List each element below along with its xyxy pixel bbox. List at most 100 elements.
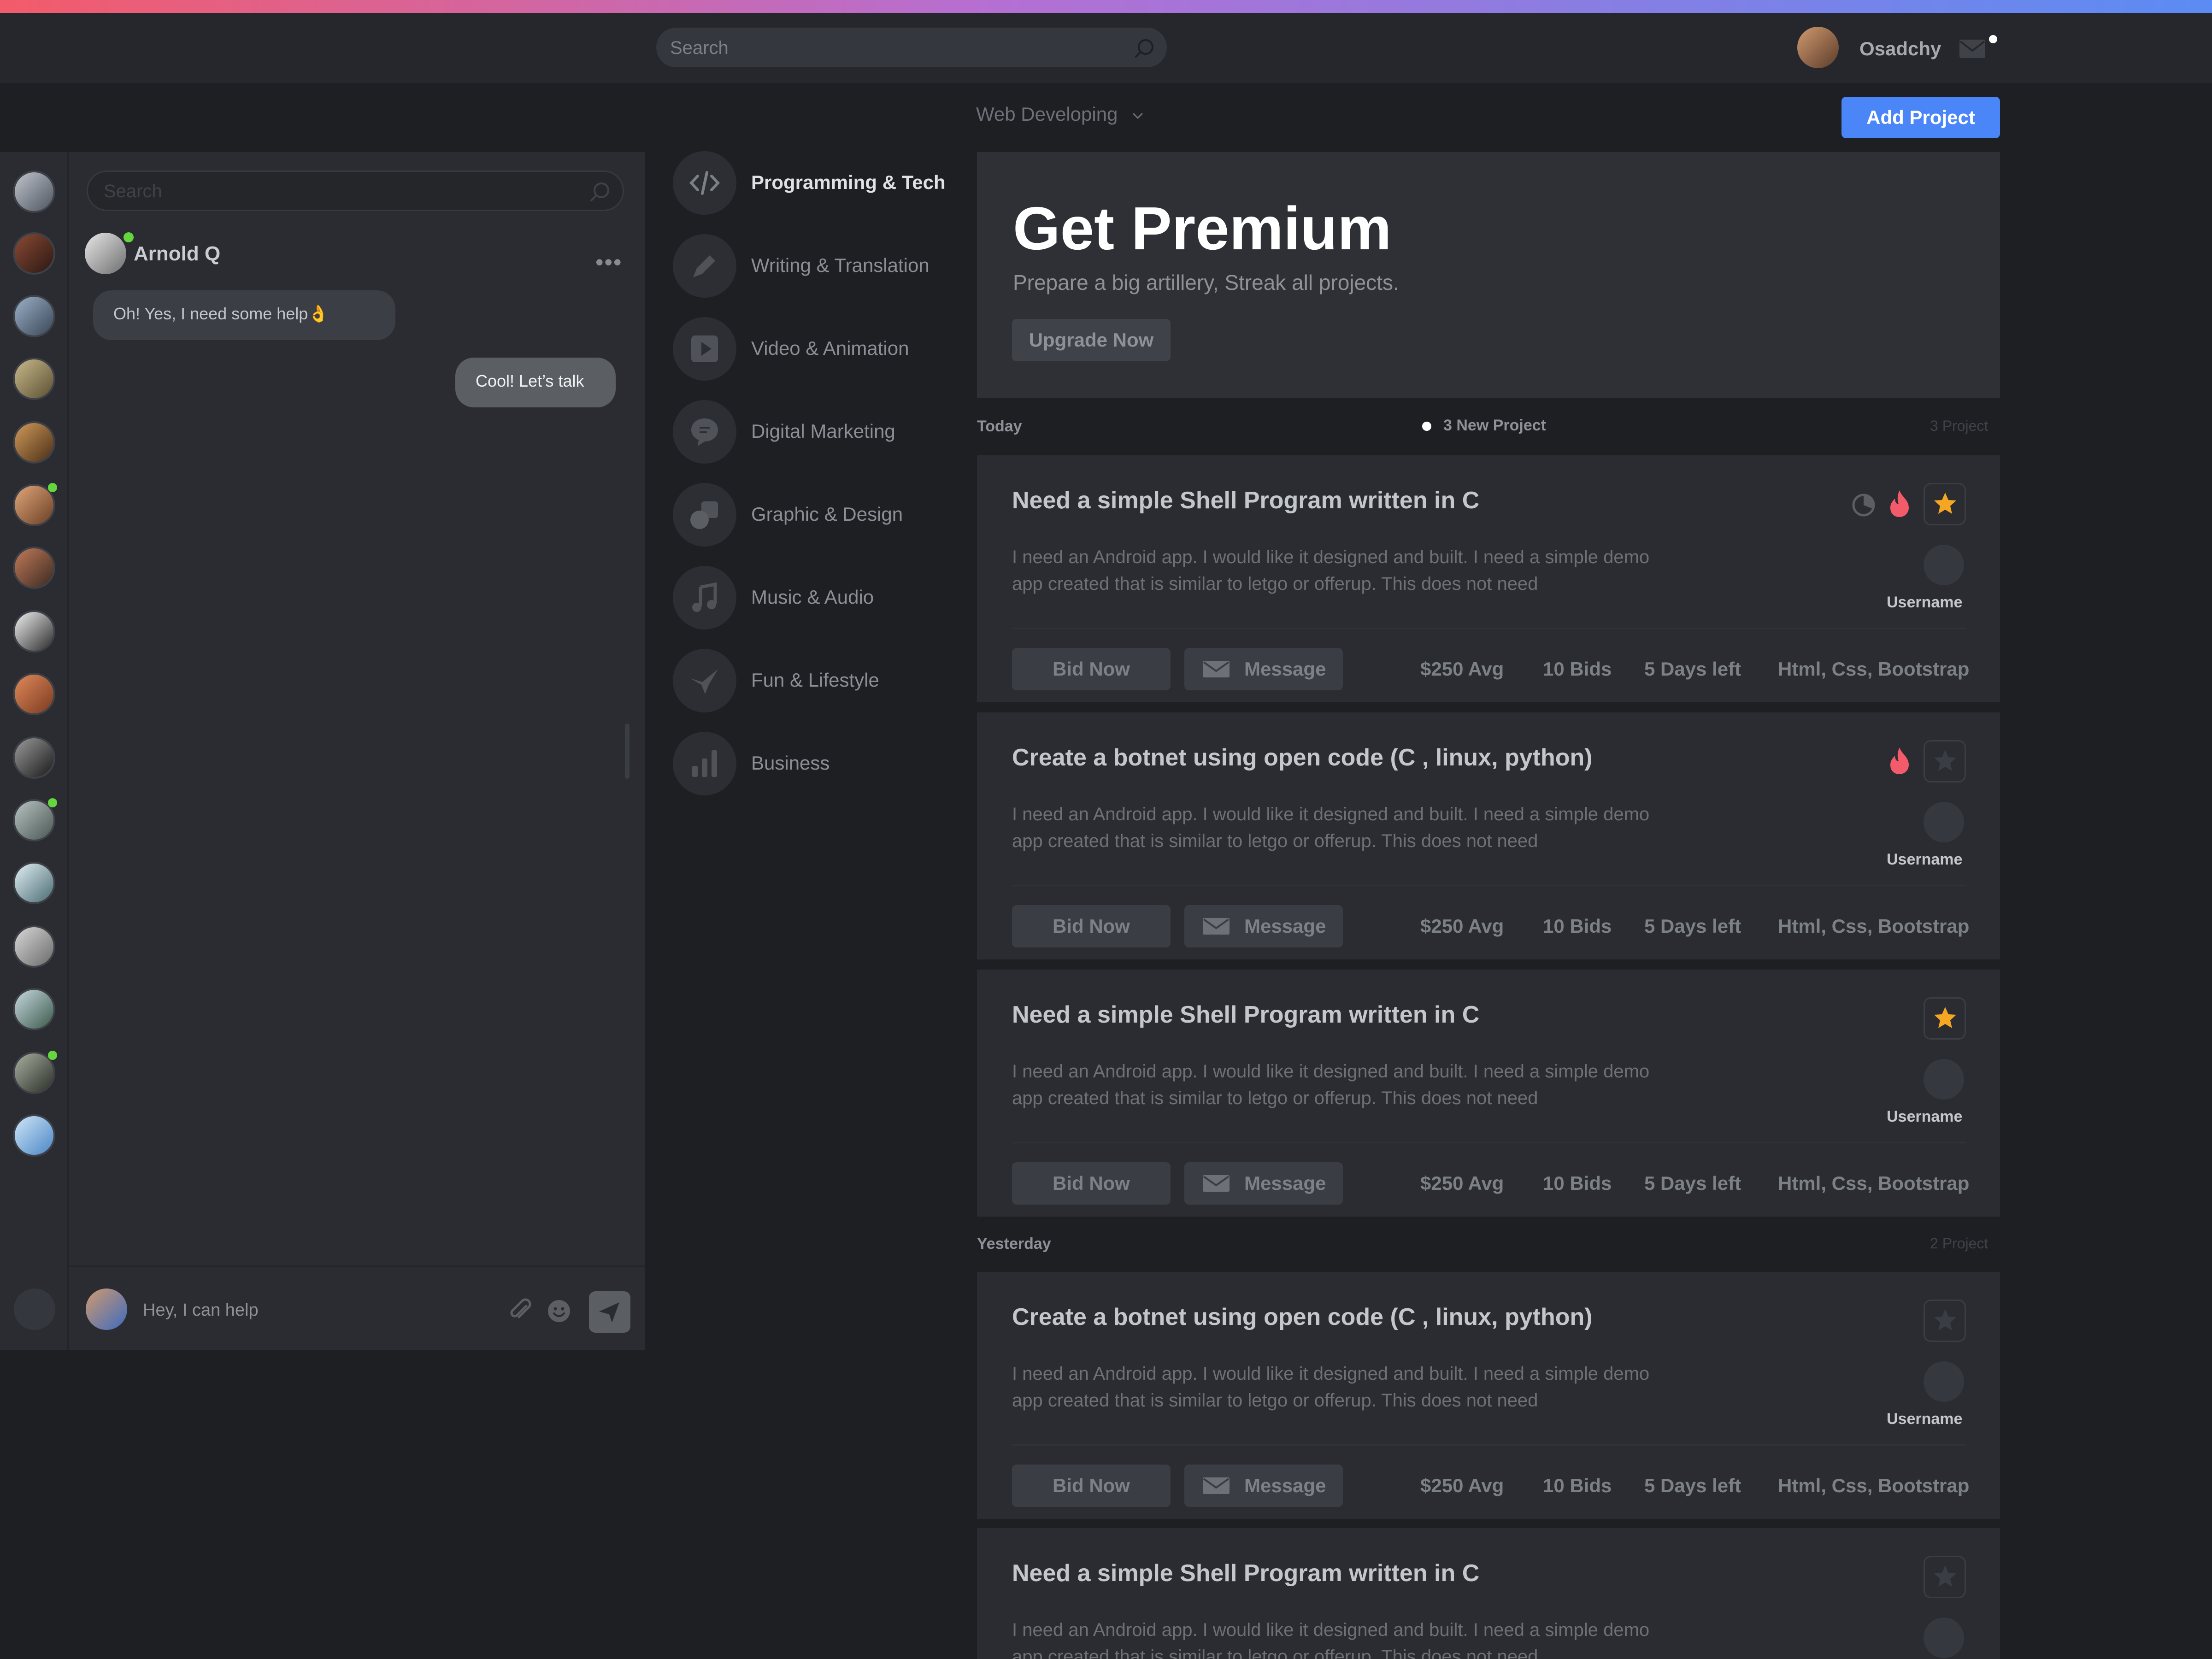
timer-icon (1852, 494, 1875, 517)
contact-avatar[interactable] (13, 547, 55, 589)
category-label: Fun & Lifestyle (751, 669, 879, 691)
bids-count: 10 Bids (1543, 1172, 1612, 1194)
category-programming-tech[interactable]: Programming & Tech (673, 151, 959, 216)
add-contact-button[interactable] (14, 1288, 55, 1330)
contact-avatar[interactable] (13, 295, 55, 337)
average-price: $250 Avg (1420, 915, 1504, 937)
message-button[interactable]: Message (1184, 1465, 1343, 1507)
more-options-icon[interactable]: ••• (595, 249, 623, 276)
contacts-sidebar (0, 152, 69, 1350)
project-description: I need an Android app. I would like it d… (1012, 1061, 1650, 1108)
category-graphic-design[interactable]: Graphic & Design (673, 483, 959, 547)
user-avatar[interactable] (1924, 802, 1964, 842)
project-title[interactable]: Need a simple Shell Program written in C (1012, 1559, 1479, 1587)
upgrade-now-button[interactable]: Upgrade Now (1012, 319, 1171, 361)
project-username[interactable]: Username (1887, 594, 1962, 612)
message-button[interactable]: Message (1184, 648, 1343, 690)
mail-icon (1203, 1175, 1230, 1192)
message-button[interactable]: Message (1184, 905, 1343, 947)
project-card[interactable]: Need a simple Shell Program written in C… (977, 970, 2000, 1217)
project-tags: Html, Css, Bootstrap (1778, 1475, 1970, 1496)
section-label-yesterday: Yesterday (977, 1235, 1051, 1253)
bid-now-button[interactable]: Bid Now (1012, 905, 1171, 947)
contact-avatar[interactable] (13, 925, 55, 968)
contact-avatar[interactable] (13, 673, 55, 715)
category-fun-lifestyle[interactable]: Fun & Lifestyle (673, 649, 959, 713)
project-username[interactable]: Username (1887, 1410, 1962, 1428)
send-button[interactable] (589, 1291, 630, 1333)
project-card[interactable]: Need a simple Shell Program written in C… (977, 455, 2000, 702)
favorite-button[interactable] (1924, 1300, 1966, 1342)
project-username[interactable]: Username (1887, 1108, 1962, 1126)
category-icon-circle (673, 317, 736, 381)
emoji-icon[interactable] (547, 1299, 571, 1324)
mail-icon (1203, 1477, 1230, 1494)
online-indicator (48, 798, 57, 807)
project-title[interactable]: Create a botnet using open code (C , lin… (1012, 744, 1593, 771)
user-avatar[interactable] (1924, 1059, 1964, 1100)
contact-avatar[interactable] (85, 233, 126, 274)
bid-now-button[interactable]: Bid Now (1012, 648, 1171, 690)
category-business[interactable]: Business (673, 732, 959, 796)
category-dropdown-label: Web Developing (976, 103, 1118, 125)
bids-count: 10 Bids (1543, 915, 1612, 937)
favorite-button[interactable] (1924, 1556, 1966, 1598)
category-video-animation[interactable]: Video & Animation (673, 317, 959, 382)
category-label: Business (751, 752, 830, 774)
chat-scrollbar[interactable] (625, 724, 629, 779)
contact-avatar[interactable] (13, 798, 57, 841)
category-writing-translation[interactable]: Writing & Translation (673, 234, 959, 299)
global-search-input[interactable]: Search (656, 28, 1167, 67)
project-title[interactable]: Create a botnet using open code (C , lin… (1012, 1303, 1593, 1331)
online-indicator (124, 232, 134, 242)
message-bubble-outgoing: Cool! Let’s talk (455, 358, 616, 407)
search-icon[interactable] (1133, 36, 1157, 60)
search-icon[interactable] (588, 179, 612, 204)
user-name[interactable]: Osadchy (1859, 38, 1941, 60)
favorite-button[interactable] (1924, 483, 1966, 525)
project-title[interactable]: Need a simple Shell Program written in C (1012, 487, 1479, 514)
contact-avatar[interactable] (13, 232, 55, 275)
chat-contact-name[interactable]: Arnold Q (134, 242, 220, 265)
contact-avatar[interactable] (13, 610, 55, 653)
bid-now-button[interactable]: Bid Now (1012, 1162, 1171, 1205)
contact-avatar[interactable] (13, 1114, 55, 1157)
project-username[interactable]: Username (1887, 851, 1962, 869)
contact-avatar[interactable] (13, 483, 57, 526)
message-button[interactable]: Message (1184, 1162, 1343, 1205)
mail-icon[interactable] (1959, 39, 1986, 59)
new-projects-indicator[interactable]: 3 New Project (1422, 417, 1546, 435)
user-avatar[interactable] (1924, 1361, 1964, 1402)
star-icon (1934, 1565, 1956, 1587)
project-card[interactable]: Need a simple Shell Program written in C… (977, 1528, 2000, 1659)
pen-icon (693, 255, 715, 277)
user-avatar[interactable] (1924, 1618, 1964, 1658)
contact-avatar[interactable] (13, 358, 55, 400)
category-dropdown[interactable]: Web Developing (976, 103, 1144, 125)
contact-avatar[interactable] (13, 171, 55, 213)
project-card[interactable]: Create a botnet using open code (C , lin… (977, 712, 2000, 959)
project-description: I need an Android app. I would like it d… (1012, 804, 1650, 851)
contact-avatar[interactable] (13, 1051, 57, 1094)
mail-icon (1203, 918, 1230, 935)
category-digital-marketing[interactable]: Digital Marketing (673, 400, 959, 465)
message-bubble-incoming: Oh! Yes, I need some help👌 (93, 290, 395, 340)
user-avatar[interactable] (1924, 545, 1964, 585)
favorite-button[interactable] (1924, 740, 1966, 782)
project-card[interactable]: Create a botnet using open code (C , lin… (977, 1272, 2000, 1519)
bird-icon (690, 669, 718, 694)
user-avatar[interactable] (1797, 27, 1839, 68)
favorite-button[interactable] (1924, 997, 1966, 1040)
attachment-icon[interactable] (508, 1298, 534, 1324)
add-project-button[interactable]: Add Project (1841, 97, 2000, 138)
contact-avatar[interactable] (13, 862, 55, 904)
project-title[interactable]: Need a simple Shell Program written in C (1012, 1001, 1479, 1029)
contact-avatar[interactable] (13, 736, 55, 779)
category-music-audio[interactable]: Music & Audio (673, 566, 959, 630)
chat-search-input[interactable]: Search (87, 171, 624, 211)
chat-message-input[interactable]: Hey, I can help (143, 1300, 259, 1320)
new-projects-label: 3 New Project (1443, 417, 1546, 434)
contact-avatar[interactable] (13, 988, 55, 1030)
contact-avatar[interactable] (13, 421, 55, 464)
bid-now-button[interactable]: Bid Now (1012, 1465, 1171, 1507)
